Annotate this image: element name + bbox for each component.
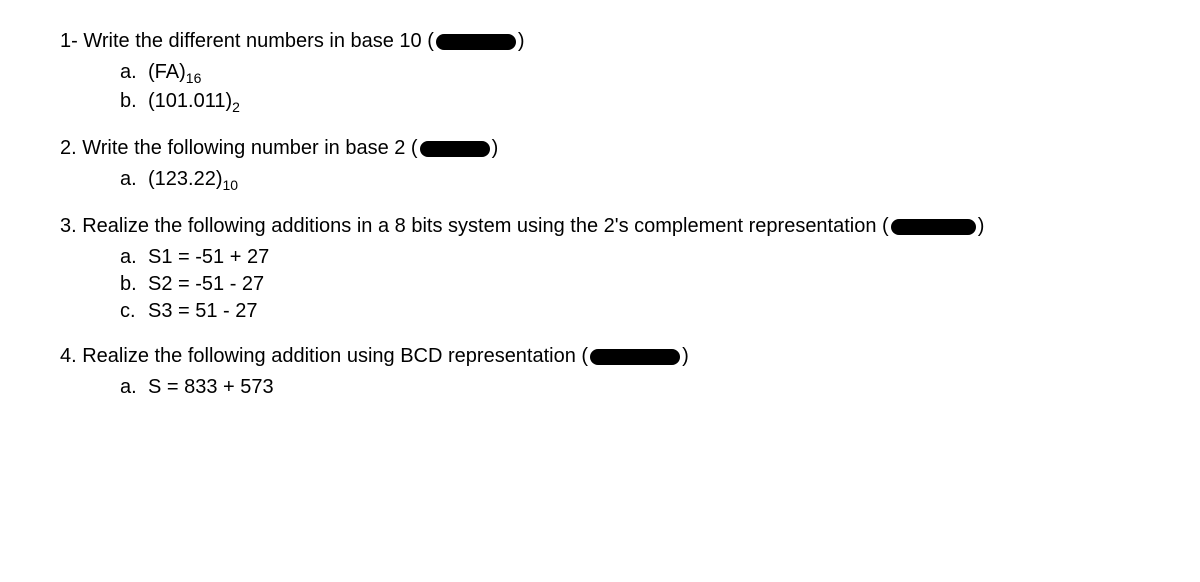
item-content: (101.011)2 [148, 90, 240, 115]
q2-title-before: 2. Write the following number in base 2 … [60, 137, 418, 160]
question-2-title: 2. Write the following number in base 2 … [60, 137, 1140, 160]
question-1-title: 1- Write the different numbers in base 1… [60, 30, 1140, 53]
question-3-title: 3. Realize the following additions in a … [60, 215, 1140, 238]
item-text: S2 = -51 - 27 [148, 273, 264, 296]
q4-title-after: ) [682, 345, 689, 368]
q4-title-before: 4. Realize the following addition using … [60, 345, 588, 368]
item-content: (FA)16 [148, 61, 201, 86]
list-item: b. S2 = -51 - 27 [120, 273, 1140, 296]
item-text: (101.011) [148, 90, 232, 112]
item-text: S1 = -51 + 27 [148, 246, 269, 269]
item-letter: a. [120, 61, 148, 86]
item-subscript: 2 [232, 99, 240, 115]
q3-title-after: ) [978, 215, 985, 237]
list-item: a. S1 = -51 + 27 [120, 246, 1140, 269]
item-letter: a. [120, 246, 148, 269]
q3-title-before: 3. Realize the following additions in a … [60, 215, 889, 237]
item-content: (123.22)10 [148, 168, 238, 193]
q1-title-before: 1- Write the different numbers in base 1… [60, 30, 434, 53]
q3-sub-list: a. S1 = -51 + 27 b. S2 = -51 - 27 c. S3 … [60, 246, 1140, 323]
question-3: 3. Realize the following additions in a … [60, 215, 1140, 323]
q1-title-after: ) [518, 30, 525, 53]
redaction-mark [420, 141, 490, 157]
item-text: S3 = 51 - 27 [148, 300, 258, 323]
question-4: 4. Realize the following addition using … [60, 345, 1140, 399]
q2-sub-list: a. (123.22)10 [60, 168, 1140, 193]
list-item: a. S = 833 + 573 [120, 376, 1140, 399]
q4-sub-list: a. S = 833 + 573 [60, 376, 1140, 399]
item-subscript: 10 [223, 177, 239, 193]
question-4-title: 4. Realize the following addition using … [60, 345, 1140, 368]
list-item: a. (FA)16 [120, 61, 1140, 86]
redaction-mark [436, 34, 516, 50]
item-letter: a. [120, 168, 148, 193]
redaction-mark [891, 219, 976, 235]
question-1: 1- Write the different numbers in base 1… [60, 30, 1140, 115]
q2-title-after: ) [492, 137, 499, 160]
item-letter: a. [120, 376, 148, 399]
list-item: a. (123.22)10 [120, 168, 1140, 193]
item-text: (123.22) [148, 168, 223, 190]
item-text: (FA) [148, 61, 186, 83]
item-subscript: 16 [186, 70, 202, 86]
redaction-mark [590, 349, 680, 365]
item-text: S = 833 + 573 [148, 376, 274, 399]
item-letter: b. [120, 273, 148, 296]
item-letter: b. [120, 90, 148, 115]
question-2: 2. Write the following number in base 2 … [60, 137, 1140, 193]
q1-sub-list: a. (FA)16 b. (101.011)2 [60, 61, 1140, 115]
list-item: b. (101.011)2 [120, 90, 1140, 115]
list-item: c. S3 = 51 - 27 [120, 300, 1140, 323]
item-letter: c. [120, 300, 148, 323]
